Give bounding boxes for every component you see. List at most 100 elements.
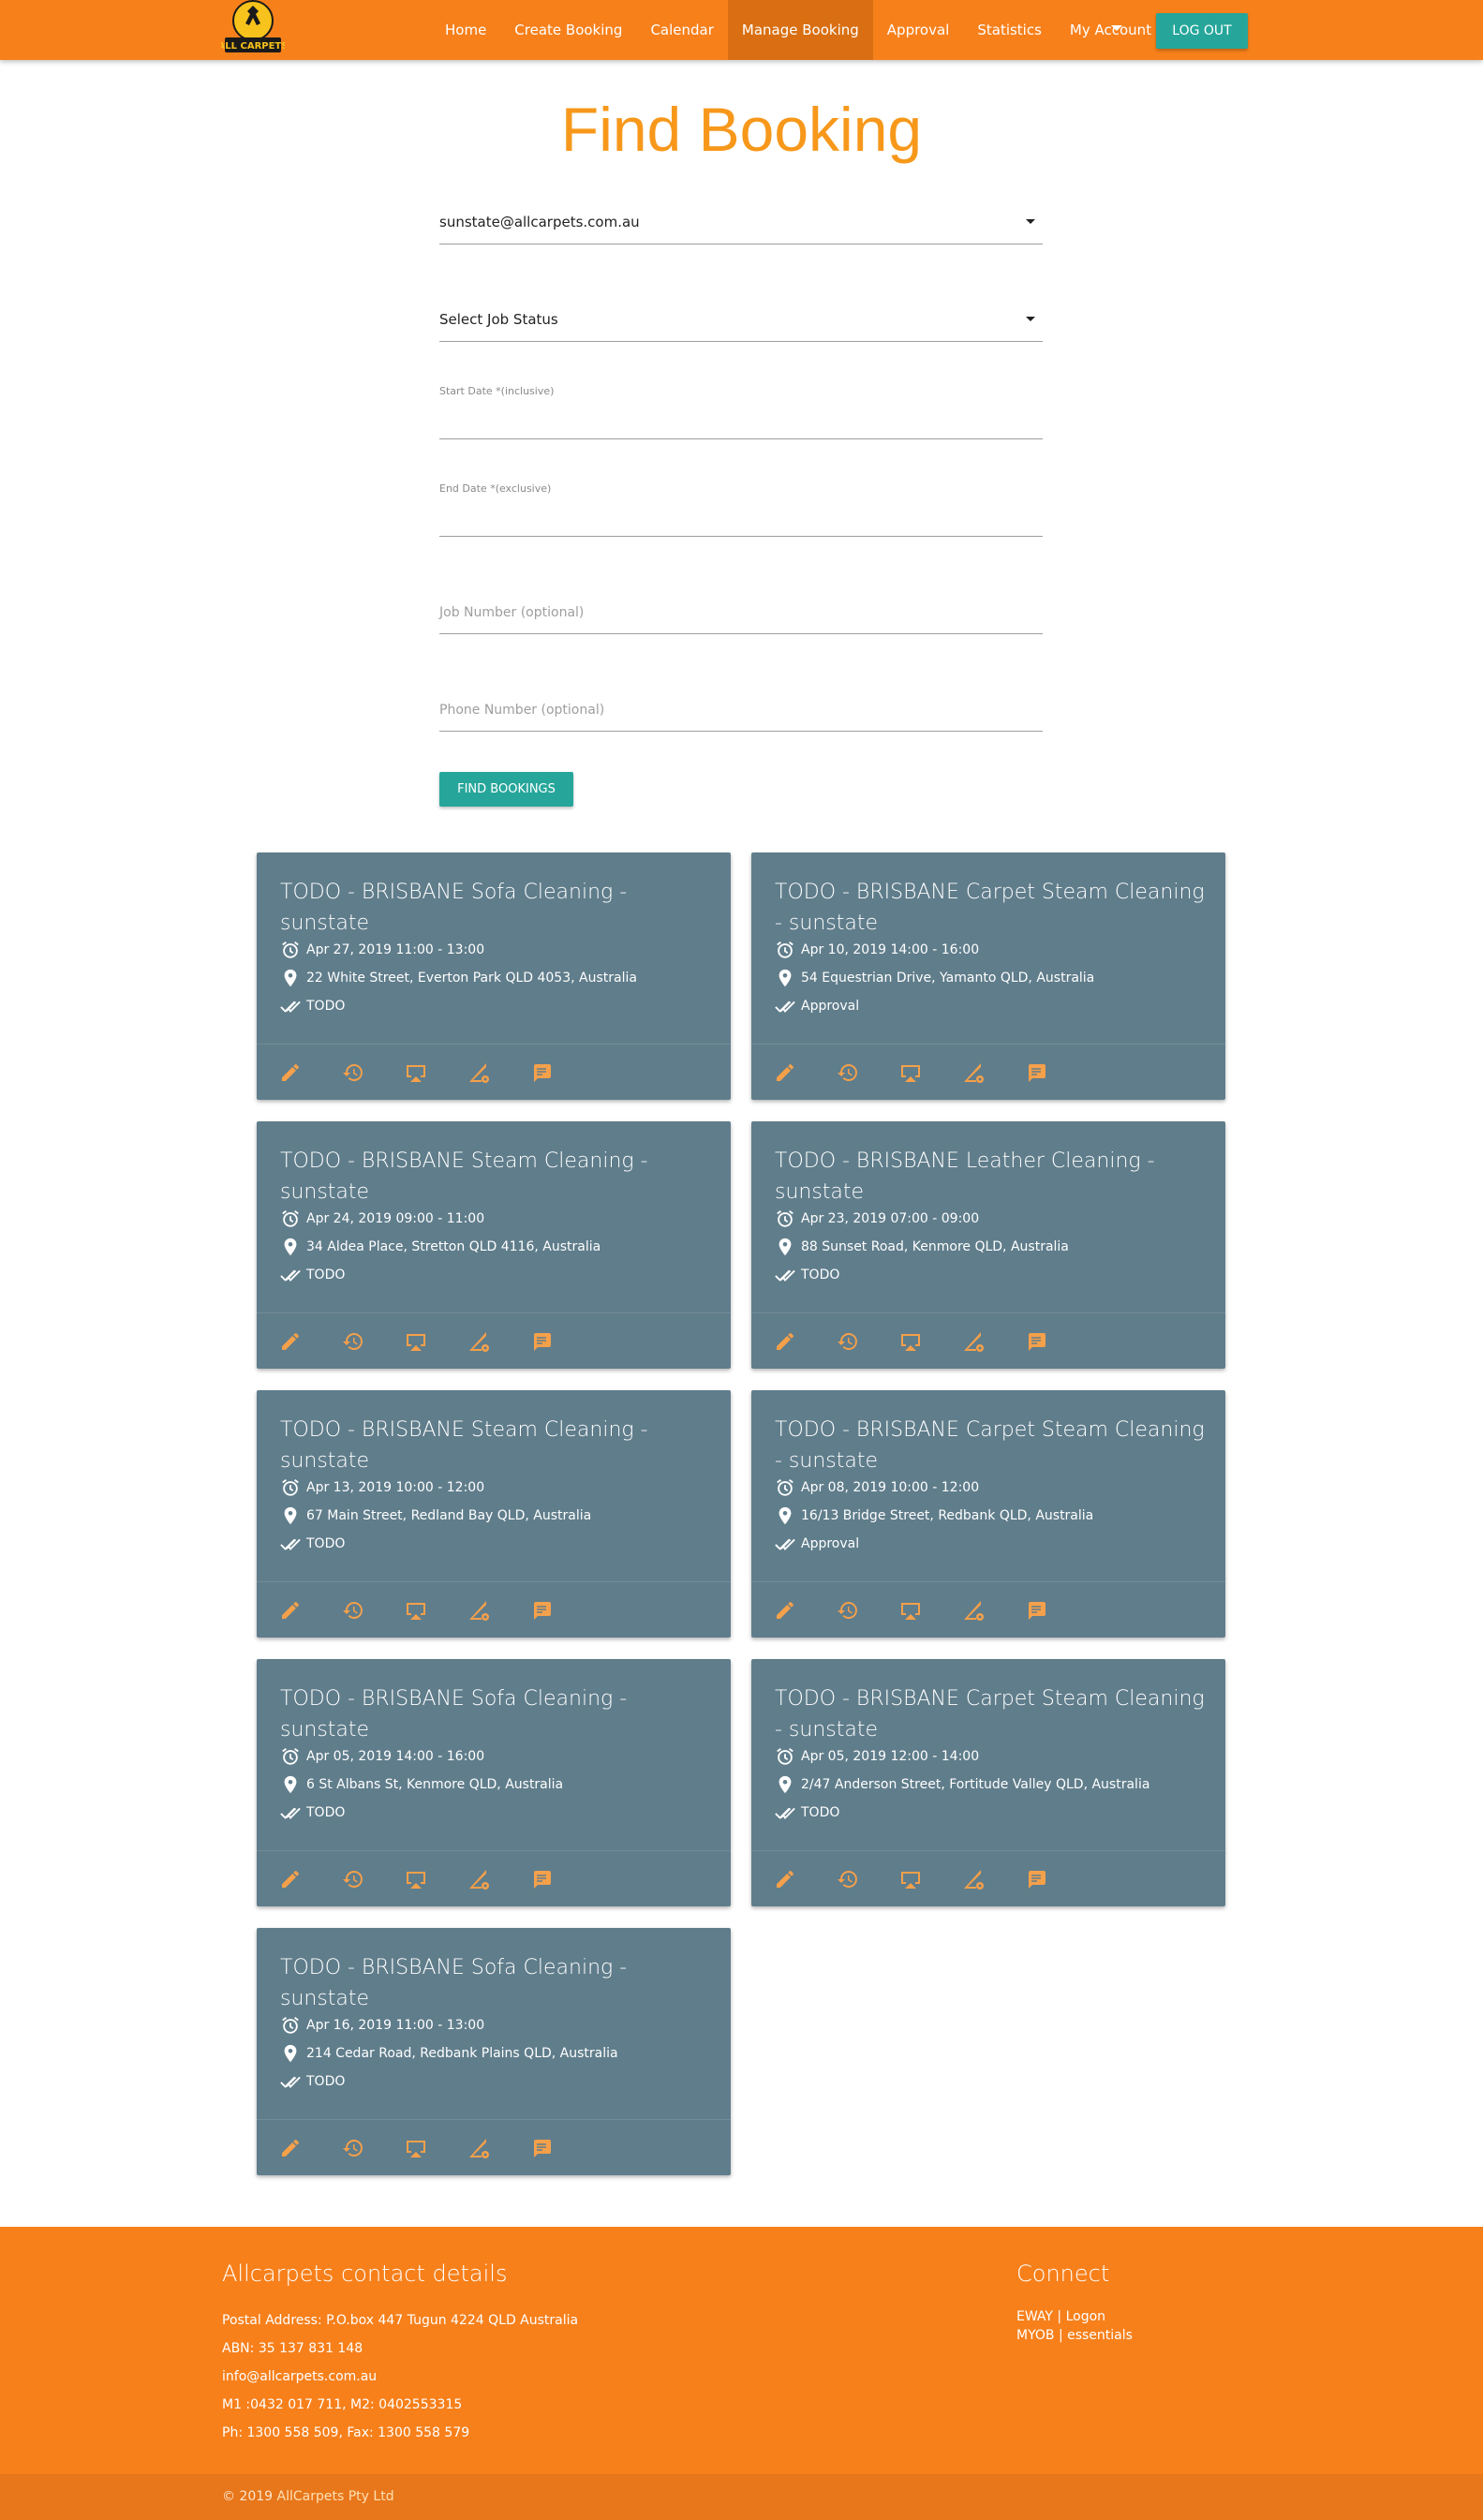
comment-action-button[interactable]	[530, 1061, 553, 1084]
email-select[interactable]: sunstate@allcarpets.com.au	[439, 210, 1043, 245]
history-action-button[interactable]	[342, 1061, 364, 1084]
top-navbar: ALL CARPETS Home Create Booking Calendar…	[0, 0, 1483, 60]
booking-status-row: Approval	[775, 996, 859, 1016]
pencil-action-button[interactable]	[279, 1061, 302, 1084]
signal-cellular-action-button[interactable]	[467, 1599, 490, 1622]
airplay-action-button[interactable]	[405, 1599, 427, 1622]
contact-email[interactable]: info@allcarpets.com.au	[222, 2369, 377, 2384]
nav-statistics[interactable]: Statistics	[963, 0, 1056, 60]
map-pin-icon	[284, 969, 297, 987]
signal-cellular-icon	[964, 1063, 984, 1083]
booking-status: TODO	[306, 1536, 346, 1551]
start-date-field[interactable]: Start Date *(inclusive)	[439, 382, 1043, 439]
chevron-down-icon[interactable]	[1111, 25, 1122, 31]
pencil-action-button[interactable]	[774, 1868, 796, 1890]
signal-cellular-action-button[interactable]	[962, 1330, 985, 1353]
booking-card[interactable]: TODO - BRISBANE Carpet Steam Cleaning - …	[751, 1659, 1225, 1906]
signal-cellular-action-button[interactable]	[962, 1868, 985, 1890]
comment-action-button[interactable]	[530, 1868, 553, 1890]
pencil-action-button[interactable]	[774, 1061, 796, 1084]
eway-link[interactable]: EWAY | Logon	[1016, 2309, 1105, 2324]
booking-time: Apr 13, 2019 10:00 - 12:00	[306, 1480, 485, 1495]
signal-cellular-action-button[interactable]	[467, 2137, 490, 2159]
booking-status: TODO	[306, 999, 346, 1014]
history-action-button[interactable]	[342, 1599, 364, 1622]
signal-cellular-action-button[interactable]	[467, 1868, 490, 1890]
map-pin-icon	[779, 1506, 792, 1525]
history-icon	[838, 1333, 857, 1350]
airplay-action-button[interactable]	[405, 1868, 427, 1890]
comment-action-button[interactable]	[530, 1330, 553, 1353]
booking-card[interactable]: TODO - BRISBANE Sofa Cleaning - sunstate…	[257, 1928, 731, 2175]
comment-action-button[interactable]	[530, 1599, 553, 1622]
booking-status-row: TODO	[280, 2071, 345, 2092]
pencil-action-button[interactable]	[279, 1599, 302, 1622]
history-action-button[interactable]	[342, 1868, 364, 1890]
history-action-button[interactable]	[837, 1061, 859, 1084]
signal-cellular-icon	[469, 1870, 489, 1890]
history-action-button[interactable]	[837, 1330, 859, 1353]
history-action-button[interactable]	[342, 1330, 364, 1353]
phone-number-input[interactable]: Phone Number (optional)	[439, 697, 1043, 732]
comment-action-button[interactable]	[1025, 1061, 1047, 1084]
booking-status: TODO	[306, 2074, 346, 2089]
airplay-action-button[interactable]	[899, 1330, 922, 1353]
pencil-action-button[interactable]	[279, 2137, 302, 2159]
history-action-button[interactable]	[837, 1599, 859, 1622]
alarm-icon	[777, 941, 793, 958]
nav-home[interactable]: Home	[431, 0, 500, 60]
airplay-action-button[interactable]	[899, 1868, 922, 1890]
booking-card-actions	[257, 1850, 731, 1907]
pencil-action-button[interactable]	[279, 1868, 302, 1890]
find-bookings-button[interactable]: FIND BOOKINGS	[439, 772, 573, 807]
airplay-action-button[interactable]	[405, 1061, 427, 1084]
booking-card[interactable]: TODO - BRISBANE Steam Cleaning - sunstat…	[257, 1390, 731, 1638]
booking-card[interactable]: TODO - BRISBANE Sofa Cleaning - sunstate…	[257, 852, 731, 1100]
map-pin-icon	[779, 1775, 792, 1794]
signal-cellular-action-button[interactable]	[467, 1061, 490, 1084]
pencil-action-button[interactable]	[774, 1599, 796, 1622]
done-all-icon	[280, 2076, 301, 2088]
nav-create-booking[interactable]: Create Booking	[500, 0, 636, 60]
booking-address-row: 88 Sunset Road, Kenmore QLD, Australia	[775, 1237, 1069, 1257]
logout-button[interactable]: LOG OUT	[1156, 13, 1248, 49]
pencil-icon	[777, 1333, 793, 1350]
signal-cellular-action-button[interactable]	[962, 1061, 985, 1084]
booking-card[interactable]: TODO - BRISBANE Leather Cleaning - sunst…	[751, 1121, 1225, 1369]
myob-link[interactable]: MYOB | essentials	[1016, 2328, 1133, 2343]
signal-cellular-action-button[interactable]	[467, 1330, 490, 1353]
nav-calendar[interactable]: Calendar	[636, 0, 727, 60]
booking-card[interactable]: TODO - BRISBANE Carpet Steam Cleaning - …	[751, 852, 1225, 1100]
comment-action-button[interactable]	[1025, 1868, 1047, 1890]
comment-action-button[interactable]	[1025, 1599, 1047, 1622]
airplay-action-button[interactable]	[405, 2137, 427, 2159]
email-select-value: sunstate@allcarpets.com.au	[439, 214, 640, 230]
pencil-action-button[interactable]	[774, 1330, 796, 1353]
alarm-icon	[282, 1479, 299, 1496]
booking-card-title: TODO - BRISBANE Sofa Cleaning - sunstate	[280, 1956, 628, 2010]
copyright-brand-link[interactable]: AllCarpets Pty Ltd	[277, 2489, 394, 2504]
pencil-action-button[interactable]	[279, 1330, 302, 1353]
comment-action-button[interactable]	[1025, 1330, 1047, 1353]
booking-card-actions	[751, 1312, 1225, 1370]
booking-card[interactable]: TODO - BRISBANE Steam Cleaning - sunstat…	[257, 1121, 731, 1369]
airplay-action-button[interactable]	[405, 1330, 427, 1353]
nav-approval[interactable]: Approval	[873, 0, 964, 60]
booking-status-row: TODO	[775, 1802, 839, 1823]
airplay-action-button[interactable]	[899, 1599, 922, 1622]
job-status-select[interactable]: Select Job Status	[439, 307, 1043, 342]
comment-action-button[interactable]	[530, 2137, 553, 2159]
booking-card[interactable]: TODO - BRISBANE Carpet Steam Cleaning - …	[751, 1390, 1225, 1638]
booking-card[interactable]: TODO - BRISBANE Sofa Cleaning - sunstate…	[257, 1659, 731, 1906]
signal-cellular-action-button[interactable]	[962, 1599, 985, 1622]
nav-manage-booking[interactable]: Manage Booking	[727, 0, 873, 60]
booking-status: TODO	[801, 1267, 840, 1282]
allcarpets-logo[interactable]: ALL CARPETS	[218, 0, 288, 56]
end-date-field[interactable]: End Date *(exclusive)	[439, 480, 1043, 537]
airplay-icon	[901, 1872, 920, 1889]
job-number-input[interactable]: Job Number (optional)	[439, 600, 1043, 634]
history-action-button[interactable]	[837, 1868, 859, 1890]
booking-address: 6 St Albans St, Kenmore QLD, Australia	[306, 1777, 564, 1792]
history-action-button[interactable]	[342, 2137, 364, 2159]
airplay-action-button[interactable]	[899, 1061, 922, 1084]
